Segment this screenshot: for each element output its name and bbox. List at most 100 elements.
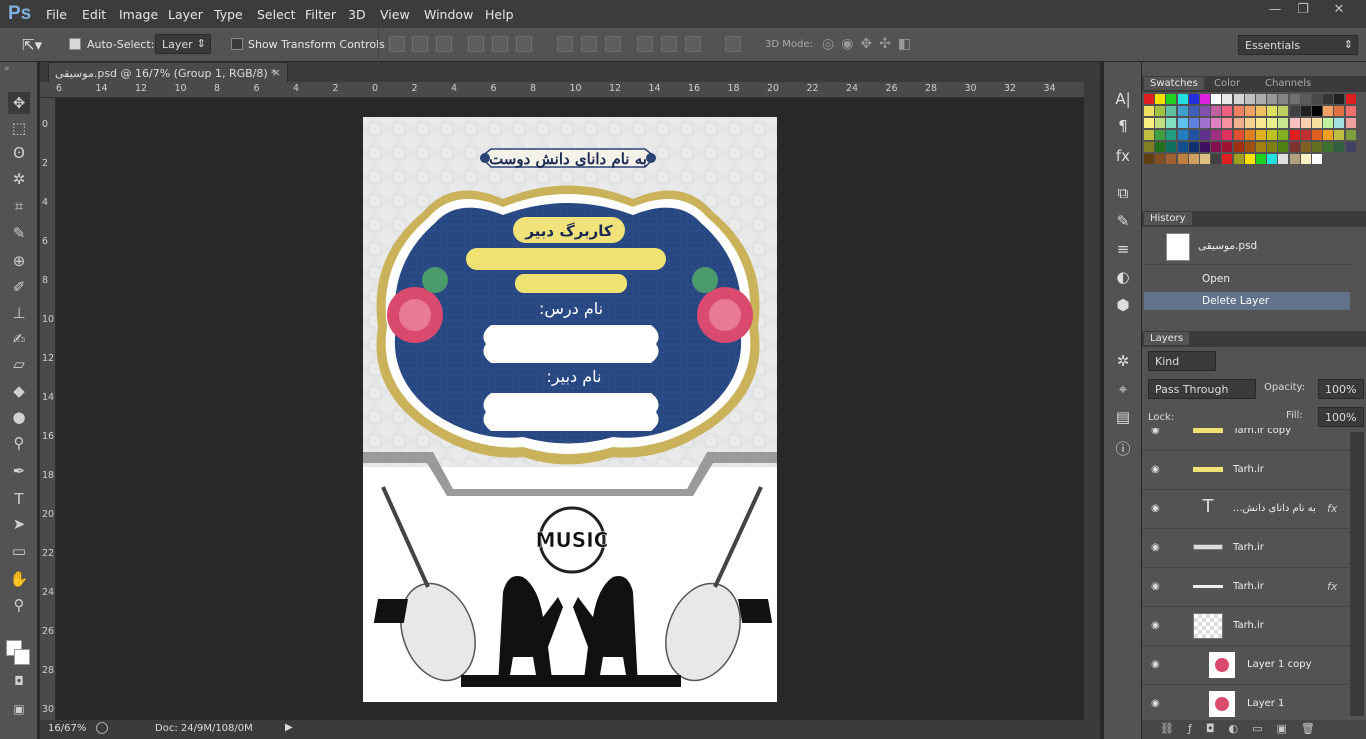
swatch[interactable] [1166, 94, 1177, 104]
adjustments-panel-icon[interactable]: ◐ [1113, 268, 1133, 288]
swatch[interactable] [1345, 118, 1356, 128]
swatch[interactable] [1244, 154, 1255, 164]
shape-tool-icon[interactable]: ▭ [8, 540, 30, 562]
eye-icon[interactable]: ◉ [1151, 503, 1165, 514]
swatch[interactable] [1345, 142, 1356, 152]
swatch[interactable] [1267, 94, 1278, 104]
swatch[interactable] [1278, 130, 1289, 140]
swatch[interactable] [1144, 142, 1154, 152]
swatch[interactable] [1323, 106, 1334, 116]
auto-align-icon[interactable] [725, 36, 741, 52]
healing-brush-tool-icon[interactable]: ⊕ [8, 250, 30, 272]
info-panel-icon[interactable]: ⓘ [1113, 438, 1133, 458]
minimize-button[interactable]: — [1264, 2, 1286, 18]
swatch[interactable] [1222, 106, 1233, 116]
opacity-field[interactable]: 100% [1318, 379, 1364, 399]
menu-filter[interactable]: Filter [305, 7, 336, 22]
screen-mode-icon[interactable]: ▣ [8, 698, 30, 720]
distribute-hcenter-icon[interactable] [661, 36, 677, 52]
swatch[interactable] [1211, 142, 1222, 152]
swatch[interactable] [1200, 118, 1210, 128]
clone-stamp-tool-icon[interactable]: ⊥ [8, 302, 30, 324]
layer-filter-dropdown[interactable]: Kind [1148, 351, 1216, 371]
tab-swatches[interactable]: Swatches [1144, 77, 1204, 90]
swatch[interactable] [1155, 154, 1166, 164]
swatch[interactable] [1166, 118, 1177, 128]
swatch[interactable] [1222, 130, 1233, 140]
swatch[interactable] [1188, 130, 1199, 140]
swatch[interactable] [1312, 130, 1322, 140]
swatch[interactable] [1222, 154, 1233, 164]
swatch[interactable] [1244, 118, 1255, 128]
align-left-icon[interactable] [468, 36, 484, 52]
swatch[interactable] [1244, 130, 1255, 140]
swatch[interactable] [1256, 106, 1266, 116]
swatch[interactable] [1300, 154, 1311, 164]
layer-row[interactable]: ◉ Tarh.ir copy [1143, 428, 1349, 451]
swatch[interactable] [1323, 142, 1334, 152]
character-panel-icon[interactable]: A| [1113, 90, 1133, 110]
swatch[interactable] [1211, 154, 1222, 164]
swatch[interactable] [1177, 130, 1188, 140]
swatch[interactable] [1345, 130, 1356, 140]
swatch[interactable] [1233, 142, 1244, 152]
swatch[interactable] [1233, 154, 1244, 164]
swatch[interactable] [1188, 154, 1199, 164]
menu-layer[interactable]: Layer [168, 7, 203, 22]
swatch[interactable] [1334, 118, 1345, 128]
swatch[interactable] [1166, 130, 1177, 140]
swatch[interactable] [1312, 118, 1322, 128]
swatch[interactable] [1323, 118, 1334, 128]
swatch[interactable] [1144, 130, 1154, 140]
history-item-active[interactable]: Delete Layer [1144, 292, 1350, 310]
swatch[interactable] [1267, 118, 1278, 128]
lasso-tool-icon[interactable]: ʘ [8, 142, 30, 164]
swatch[interactable] [1267, 130, 1278, 140]
swatch[interactable] [1155, 118, 1166, 128]
swatch[interactable] [1166, 142, 1177, 152]
swatch[interactable] [1267, 142, 1278, 152]
swatch[interactable] [1177, 142, 1188, 152]
swatch[interactable] [1256, 118, 1266, 128]
styles-panel-icon[interactable]: fx [1113, 147, 1133, 167]
swatch[interactable] [1278, 142, 1289, 152]
eraser-tool-icon[interactable]: ▱ [8, 353, 30, 375]
swatch[interactable] [1211, 118, 1222, 128]
menu-3d[interactable]: 3D [348, 7, 366, 22]
swatch[interactable] [1256, 130, 1266, 140]
swatch[interactable] [1200, 94, 1210, 104]
swatch[interactable] [1323, 130, 1334, 140]
paragraph-panel-icon[interactable]: ¶ [1113, 117, 1133, 137]
brush-tool-icon[interactable]: ✐ [8, 276, 30, 298]
paths-panel-icon[interactable]: ⌖ [1113, 380, 1133, 400]
swatch[interactable] [1233, 106, 1244, 116]
swatch[interactable] [1188, 106, 1199, 116]
swatch[interactable] [1267, 154, 1278, 164]
swatch[interactable] [1256, 142, 1266, 152]
history-item[interactable]: Open [1144, 268, 1350, 290]
swatch[interactable] [1312, 154, 1322, 164]
navigator-panel-icon[interactable]: ✲ [1113, 352, 1133, 372]
status-menu-arrow-icon[interactable]: ▶ [285, 722, 293, 733]
eye-icon[interactable]: ◉ [1151, 464, 1165, 475]
swatch[interactable] [1200, 154, 1210, 164]
swatch[interactable] [1300, 118, 1311, 128]
menu-type[interactable]: Type [214, 7, 243, 22]
swatch[interactable] [1155, 94, 1166, 104]
workspace-dropdown[interactable]: Essentials ⇕ [1238, 35, 1358, 55]
eye-icon[interactable]: ◉ [1151, 581, 1165, 592]
swatch[interactable] [1233, 130, 1244, 140]
swatch[interactable] [1211, 106, 1222, 116]
eye-icon[interactable]: ◉ [1151, 659, 1165, 670]
transform-controls-checkbox[interactable] [231, 38, 243, 50]
swatch[interactable] [1256, 94, 1266, 104]
blur-tool-icon[interactable]: ● [8, 406, 30, 428]
distribute-left-icon[interactable] [637, 36, 653, 52]
swatch[interactable] [1144, 106, 1154, 116]
collapse-toolbox-icon[interactable]: » [4, 64, 10, 74]
fx-icon[interactable]: fx [1327, 502, 1337, 515]
magic-wand-tool-icon[interactable]: ✲ [8, 168, 30, 190]
swatch[interactable] [1177, 94, 1188, 104]
swatch[interactable] [1334, 94, 1345, 104]
align-right-icon[interactable] [516, 36, 532, 52]
